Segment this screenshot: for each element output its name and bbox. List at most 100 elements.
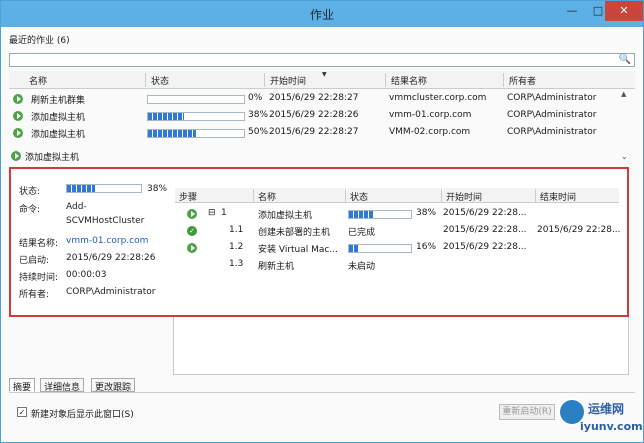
watermark-text-en: iyunv.com — [580, 420, 643, 433]
col-separator[interactable] — [441, 189, 442, 203]
step-name: 添加虚拟主机 — [258, 211, 313, 221]
sort-desc-icon: ▼ — [322, 71, 327, 78]
col-separator[interactable] — [535, 189, 536, 203]
duration-label: 持续时间: — [19, 273, 59, 283]
job-result-name: VMM-02.corp.com — [389, 127, 471, 137]
step-number: 1 — [221, 208, 227, 218]
command-value-line2: SCVMHostCluster — [66, 216, 145, 226]
collapse-icon[interactable]: ⊟ — [208, 208, 216, 218]
step-end: 2015/6/29 22:28... — [537, 225, 621, 235]
step-name: 刷新主机 — [258, 262, 295, 272]
restart-button[interactable]: 重新启动(R) — [499, 404, 555, 420]
running-icon — [13, 128, 23, 138]
search-icon[interactable]: 🔍 — [619, 54, 631, 65]
job-progress-fill — [148, 130, 196, 137]
status-progress-bar — [66, 184, 142, 193]
result-name-link[interactable]: vmm-01.corp.com — [66, 236, 148, 246]
col-step[interactable]: 步骤 — [179, 190, 197, 203]
col-step-status[interactable]: 状态 — [350, 190, 368, 203]
step-start: 2015/6/29 22:28... — [443, 242, 527, 252]
step-start: 2015/6/29 22:28... — [443, 208, 527, 218]
jobs-grid-header: 名称 状态 开始时间 ▼ 结果名称 所有者 — [9, 71, 635, 89]
tab-change-tracking[interactable]: 更改跟踪 — [91, 378, 136, 393]
col-start-time[interactable]: 开始时间 — [270, 74, 306, 87]
show-window-label[interactable]: 新建对象后显示此窗口(S) — [31, 407, 134, 420]
running-icon — [187, 243, 197, 253]
job-progress-bar — [147, 95, 245, 104]
started-value: 2015/6/29 22:28:26 — [66, 253, 156, 263]
step-number: 1.2 — [229, 242, 244, 252]
col-name[interactable]: 名称 — [29, 74, 47, 87]
jobs-window: 作业 — □ ✕ 最近的作业 (6) 🔍 名称 状态 开始时间 ▼ 结果名称 所… — [0, 0, 644, 443]
job-owner: CORP\Administrator — [507, 127, 597, 137]
col-result-name[interactable]: 结果名称 — [391, 74, 427, 87]
job-percent: 50% — [248, 127, 269, 137]
job-name: 添加虚拟主机 — [31, 113, 86, 123]
started-label: 已启动: — [19, 256, 50, 266]
running-icon — [11, 151, 21, 161]
step-name: 安装 Virtual Mac... — [258, 245, 338, 255]
col-separator[interactable] — [503, 73, 504, 87]
command-label: 命令: — [19, 205, 41, 215]
command-value-line1: Add- — [66, 202, 87, 212]
step-row[interactable]: ⊟ 1 添加虚拟主机 38% 2015/6/29 22:28... — [175, 206, 619, 222]
divider — [9, 392, 635, 393]
step-row[interactable]: 1.2 安装 Virtual Mac... 16% 2015/6/29 22:2… — [175, 240, 619, 256]
col-separator[interactable] — [264, 73, 265, 87]
col-separator[interactable] — [253, 189, 254, 203]
col-separator[interactable] — [385, 73, 386, 87]
step-row[interactable]: ✓ 1.1 创建未部署的主机 已完成 2015/6/29 22:28... 20… — [175, 223, 621, 239]
step-number: 1.1 — [229, 225, 244, 235]
step-row[interactable]: 1.3 刷新主机 未启动 — [175, 257, 619, 273]
tab-details[interactable]: 详细信息 — [40, 378, 85, 393]
table-row[interactable]: 添加虚拟主机 50% 2015/6/29 22:28:27 VMM-02.cor… — [9, 125, 635, 141]
job-name: 刷新主机群集 — [31, 96, 86, 106]
step-name: 创建未部署的主机 — [258, 228, 331, 238]
col-step-start[interactable]: 开始时间 — [446, 190, 482, 203]
job-percent: 0% — [248, 93, 263, 103]
result-name-label: 结果名称: — [19, 239, 59, 249]
status-percent: 38% — [147, 184, 168, 194]
col-separator[interactable] — [345, 189, 346, 203]
job-progress-bar — [147, 129, 245, 138]
job-progress-bar — [147, 112, 245, 121]
job-start-time: 2015/6/29 22:28:27 — [269, 127, 359, 137]
job-start-time: 2015/6/29 22:28:27 — [269, 93, 359, 103]
step-progress-bar — [348, 210, 412, 219]
status-label: 状态: — [19, 187, 41, 197]
running-icon — [13, 94, 23, 104]
col-step-name[interactable]: 名称 — [258, 190, 276, 203]
minimize-button[interactable]: — — [559, 1, 585, 21]
job-owner: CORP\Administrator — [507, 93, 597, 103]
steps-grid-header: 步骤 名称 状态 开始时间 结束时间 — [175, 188, 619, 203]
step-number: 1.3 — [229, 259, 244, 269]
step-progress-bar — [348, 244, 412, 253]
job-start-time: 2015/6/29 22:28:26 — [269, 110, 359, 120]
tab-summary[interactable]: 摘要 — [9, 378, 36, 393]
col-status[interactable]: 状态 — [151, 74, 169, 87]
job-result-name: vmmcluster.corp.com — [389, 93, 487, 103]
table-row[interactable]: 刷新主机群集 0% 2015/6/29 22:28:27 vmmcluster.… — [9, 91, 635, 107]
title-bar: 作业 — □ ✕ — [1, 1, 643, 27]
status-progress-fill — [67, 185, 96, 192]
chevron-down-icon[interactable]: ⌄ — [621, 152, 628, 161]
filter-input[interactable]: 🔍 — [9, 53, 635, 67]
step-status: 已完成 — [348, 228, 376, 238]
col-owner[interactable]: 所有者 — [509, 74, 536, 87]
step-percent: 38% — [416, 208, 437, 218]
job-name: 添加虚拟主机 — [31, 130, 86, 140]
step-progress-fill — [349, 245, 359, 252]
running-icon — [13, 111, 23, 121]
step-start: 2015/6/29 22:28... — [443, 225, 527, 235]
step-percent: 16% — [416, 242, 437, 252]
show-window-checkbox[interactable]: ✓ — [17, 407, 27, 417]
col-separator[interactable] — [145, 73, 146, 87]
job-owner: CORP\Administrator — [507, 110, 597, 120]
steps-pane-lower — [173, 317, 629, 375]
col-step-end[interactable]: 结束时间 — [540, 190, 576, 203]
completed-check-icon: ✓ — [187, 226, 197, 236]
step-status: 未启动 — [348, 262, 376, 272]
close-button[interactable]: ✕ — [605, 1, 643, 21]
owner-value: CORP\Administrator — [66, 287, 156, 297]
table-row[interactable]: 添加虚拟主机 38% 2015/6/29 22:28:26 vmm-01.cor… — [9, 108, 635, 124]
